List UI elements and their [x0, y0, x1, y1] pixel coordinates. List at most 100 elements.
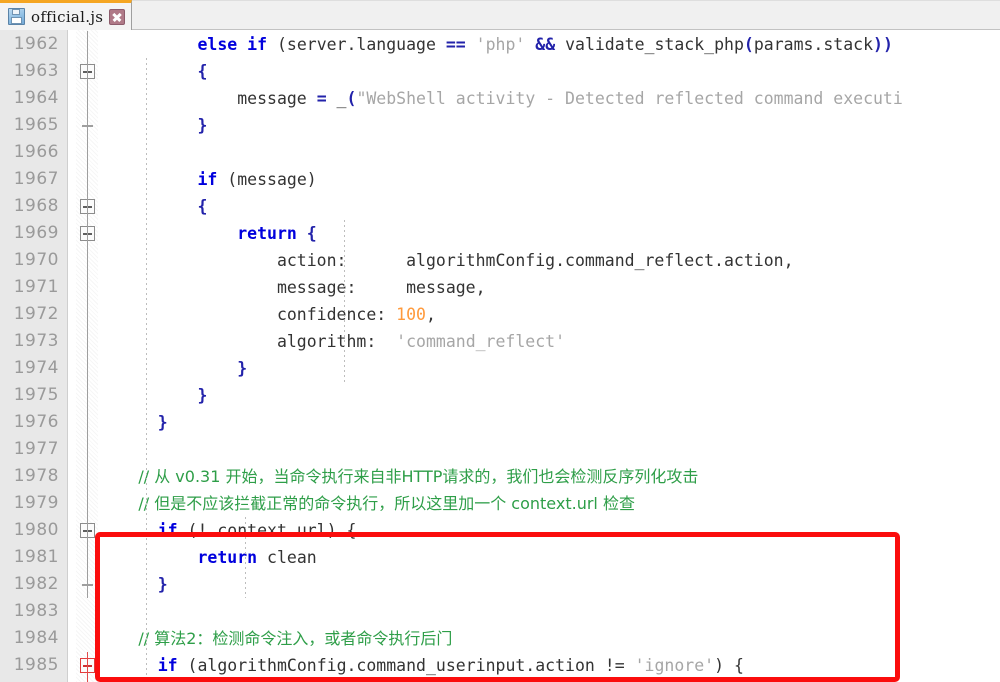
code-token-punc: { [197, 62, 208, 81]
code-token-punc: } [237, 359, 248, 378]
line-number: 1969 [13, 223, 59, 243]
code-line[interactable]: algorithm: 'command_reflect' [118, 328, 565, 355]
line-number: 1968 [13, 196, 59, 216]
line-number: 1963 [13, 61, 59, 81]
code-line[interactable]: else if (server.language == 'php' && val… [118, 31, 893, 58]
line-number: 1971 [13, 277, 59, 297]
code-token-cmt: // 但是不应该拦截正常的命令执行，所以这里加一个 context.url 检查 [118, 494, 635, 513]
code-token-kw: if [157, 521, 178, 540]
code-token-plain: algorithm: [118, 332, 397, 351]
code-token-punc: = [316, 89, 327, 108]
code-token-plain: confidence: [118, 305, 397, 324]
code-token-plain: (message) [217, 170, 317, 189]
code-token-plain: (server.language [267, 35, 446, 54]
line-number: 1982 [13, 574, 59, 594]
line-number: 1966 [13, 142, 59, 162]
line-number: 1965 [13, 115, 59, 135]
code-token-punc: } [157, 575, 168, 594]
code-token-plain: message: message, [118, 278, 486, 297]
code-token-plain: params.stack [753, 35, 874, 54]
code-line[interactable]: } [118, 355, 247, 382]
code-token-cmt: // 算法2：检测命令注入，或者命令执行后门 [118, 629, 453, 648]
code-token-cmt: // 从 v0.31 开始，当命令执行来自非HTTP请求的，我们也会检测反序列化… [118, 467, 699, 486]
line-number: 1976 [13, 412, 59, 432]
code-line[interactable]: { [118, 58, 207, 85]
code-token-kw: else if [197, 35, 268, 54]
code-line[interactable]: if (message) [118, 166, 317, 193]
code-line[interactable]: // 从 v0.31 开始，当命令执行来自非HTTP请求的，我们也会检测反序列化… [118, 463, 698, 490]
code-token-punc: ( [346, 89, 357, 108]
line-number-gutter: 1962 1963 1964 1965 1966 1967 1968 1969 1970 1971… [0, 30, 68, 682]
code-token-punc: } [197, 386, 208, 405]
code-token-punc: { [306, 224, 317, 243]
code-token-str: "WebShell activity - Detected reflected … [356, 89, 903, 108]
code-token-plain: action: algorithmConfig.command_reflect.… [118, 251, 794, 270]
code-token-punc: && [535, 35, 556, 54]
line-number: 1975 [13, 385, 59, 405]
code-line[interactable]: action: algorithmConfig.command_reflect.… [118, 247, 794, 274]
tab-bar: official.js [0, 0, 1000, 30]
code-token-str: 'ignore' [634, 656, 715, 675]
code-line[interactable]: if (! context.url) { [118, 517, 357, 544]
code-token-plain: (algorithmConfig.command_userinput.actio… [177, 656, 635, 675]
code-line[interactable]: confidence: 100, [118, 301, 436, 328]
code-content-area[interactable]: else if (server.language == 'php' && val… [108, 30, 1000, 682]
tab-official-js[interactable]: official.js [0, 0, 133, 30]
line-number: 1967 [13, 169, 59, 189]
line-number: 1970 [13, 250, 59, 270]
code-folding-gutter[interactable] [68, 30, 108, 682]
code-token-plain: message [118, 89, 317, 108]
line-number: 1962 [13, 34, 59, 54]
code-line[interactable]: return clean [118, 544, 317, 571]
code-token-punc: == [445, 35, 466, 54]
line-number: 1973 [13, 331, 59, 351]
code-line[interactable]: } [118, 571, 168, 598]
code-line[interactable]: message: message, [118, 274, 486, 301]
code-token-punc: ( [743, 35, 754, 54]
line-number: 1983 [13, 601, 59, 621]
line-number: 1972 [13, 304, 59, 324]
indent-guide [344, 220, 345, 382]
code-line[interactable]: } [118, 409, 168, 436]
close-x-icon[interactable] [109, 8, 126, 25]
code-editor[interactable]: 1962 1963 1964 1965 1966 1967 1968 1969 1970 1971… [0, 30, 1000, 682]
code-line[interactable]: } [118, 382, 207, 409]
code-line[interactable]: { [118, 193, 207, 220]
code-line[interactable]: // 算法2：检测命令注入，或者命令执行后门 [118, 625, 452, 652]
code-token-kw: return [237, 224, 297, 243]
tab-title: official.js [31, 7, 104, 26]
code-token-punc: )) [873, 35, 893, 54]
line-number: 1981 [13, 547, 59, 567]
fold-range-line [87, 31, 88, 598]
code-line[interactable]: } [118, 112, 207, 139]
tab-bar-empty-area [132, 0, 1000, 29]
code-line[interactable]: if (algorithmConfig.command_userinput.ac… [118, 652, 744, 679]
code-token-plain: clean [257, 548, 317, 567]
code-line[interactable]: message = _("WebShell activity - Detecte… [118, 85, 903, 112]
code-token-punc: } [157, 413, 168, 432]
code-line[interactable]: return { [118, 220, 317, 247]
line-number: 1980 [13, 520, 59, 540]
line-number: 1964 [13, 88, 59, 108]
code-token-plain: _ [326, 89, 347, 108]
indent-guide [146, 58, 147, 682]
floppy-disk-icon [8, 8, 25, 25]
code-token-plain: validate_stack_php [555, 35, 744, 54]
code-line[interactable]: // 但是不应该拦截正常的命令执行，所以这里加一个 context.url 检查 [118, 490, 635, 517]
line-number: 1977 [13, 439, 59, 459]
code-token-kw: if [157, 656, 178, 675]
